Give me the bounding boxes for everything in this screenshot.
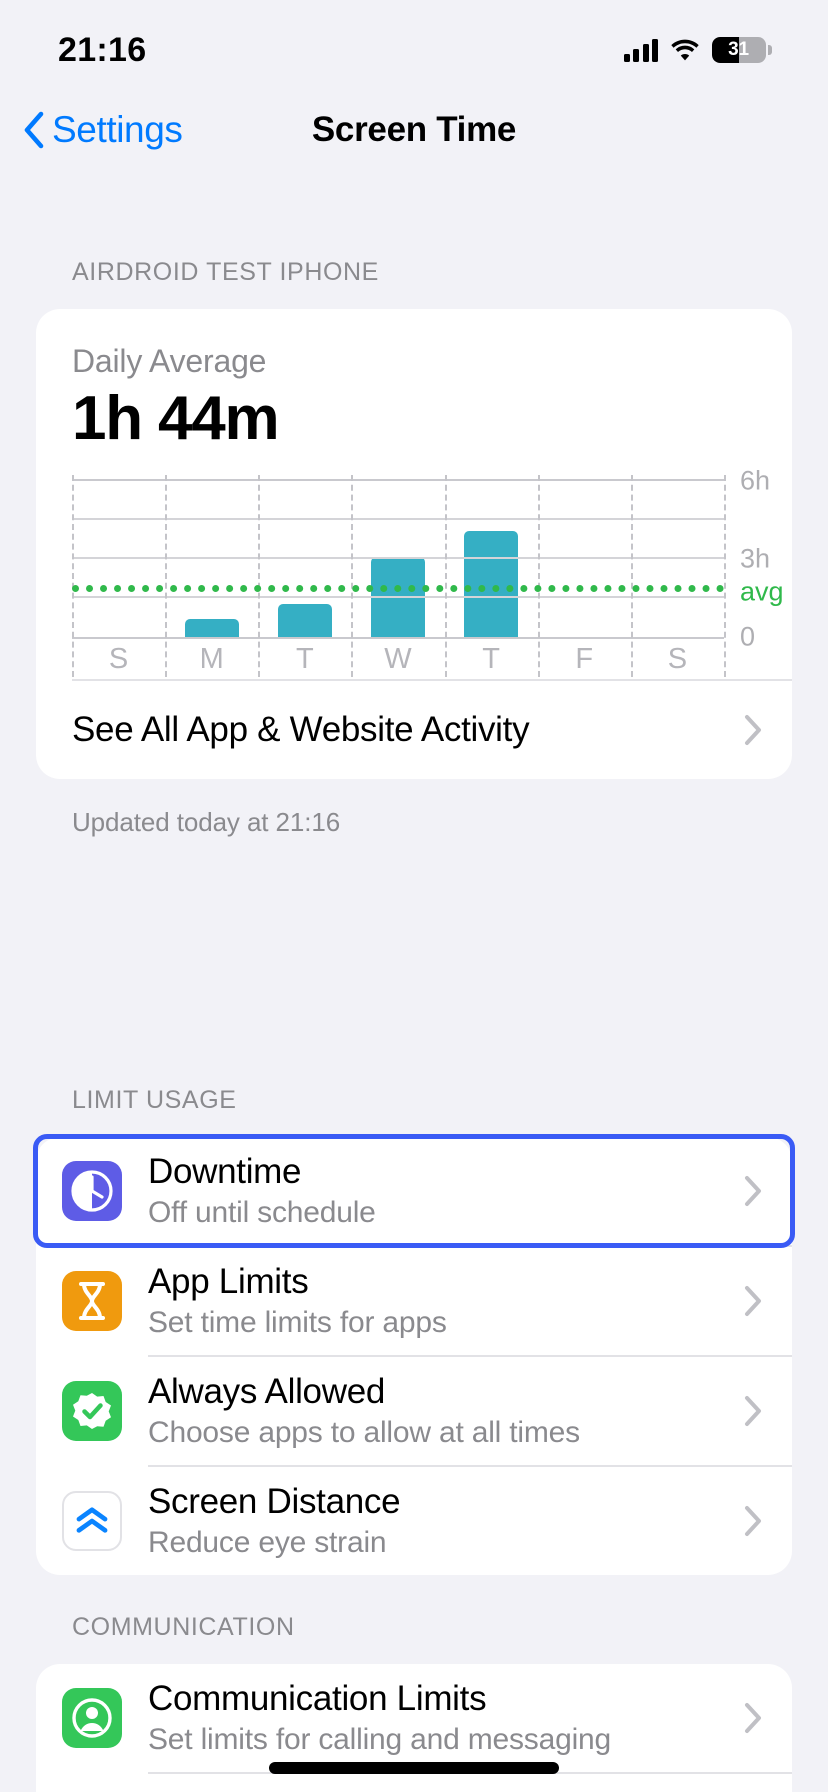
row-title: App Limits: [148, 1261, 309, 1301]
row-texts: Downtime Off until schedule: [148, 1152, 744, 1231]
settings-row[interactable]: Always Allowed Choose apps to allow at al…: [36, 1357, 792, 1465]
limit-usage-section: LIMIT USAGE Downtime Off until schedule Ap…: [0, 1086, 828, 1575]
chevron-right-icon: [745, 1396, 761, 1426]
battery-cap: [768, 45, 772, 55]
downtime-clock-icon: [62, 1161, 122, 1221]
status-time: 21:16: [58, 30, 147, 69]
row-subtitle: Reduce eye strain: [148, 1526, 387, 1560]
device-usage-section: AIRDROID TEST IPHONE Daily Average 1h 44…: [0, 258, 828, 838]
chart-bar[interactable]: [464, 530, 519, 638]
settings-row[interactable]: Communication SafetyProtect from sensiti…: [36, 1774, 792, 1792]
checkmark-badge-icon: [62, 1381, 122, 1441]
status-bar: 21:16 31: [0, 0, 828, 92]
chart-day-labels: SMTWTFS: [72, 639, 724, 679]
limit-usage-header: LIMIT USAGE: [72, 1086, 237, 1114]
daily-average-label: Daily Average: [72, 343, 267, 379]
row-texts: Always Allowed Choose apps to allow at al…: [148, 1372, 744, 1451]
row-subtitle: Set time limits for apps: [148, 1306, 447, 1340]
chart-bar-cell[interactable]: [538, 481, 631, 637]
chevron-right-icon: [745, 1286, 761, 1316]
device-section-header: AIRDROID TEST IPHONE: [72, 258, 379, 286]
battery-icon: 31: [712, 37, 772, 63]
row-texts: Communication Limits Set limits for calli…: [148, 1679, 744, 1758]
home-indicator: [269, 1762, 559, 1774]
chart-bar-cell[interactable]: [631, 481, 724, 637]
limit-usage-card: Downtime Off until schedule App Limits Set …: [33, 1134, 795, 1575]
chart-gridline: [72, 557, 724, 560]
row-texts: App Limits Set time limits for apps: [148, 1262, 744, 1341]
chart-bar-cell[interactable]: [165, 481, 258, 638]
chart-bar-cell[interactable]: [258, 481, 351, 638]
row-icon-slot: [36, 1491, 148, 1551]
settings-row[interactable]: Communication Limits Set limits for calli…: [36, 1664, 792, 1772]
chart-x-label: M: [199, 642, 224, 675]
chart-x-label: S: [667, 642, 688, 675]
chevron-right-icon: [745, 715, 761, 746]
row-icon-slot: [36, 1271, 148, 1331]
communication-header: COMMUNICATION: [72, 1613, 295, 1641]
settings-row[interactable]: App Limits Set time limits for apps: [36, 1247, 792, 1355]
weekly-usage-chart[interactable]: 6h 3h 0 avg S M T W T F S: [72, 466, 784, 679]
chart-bar[interactable]: [277, 603, 332, 638]
chart-bar[interactable]: [184, 619, 239, 638]
row-subtitle: Choose apps to allow at all times: [148, 1416, 580, 1450]
chevron-right-icon: [745, 1703, 761, 1733]
row-title: Downtime: [148, 1151, 302, 1191]
chevron-right-icon: [745, 1176, 761, 1206]
chart-bars: [72, 481, 724, 638]
row-subtitle: Off until schedule: [148, 1196, 376, 1230]
chevron-right-icon: [745, 1506, 761, 1536]
row-texts: Screen Distance Reduce eye strain: [148, 1482, 744, 1561]
chart-y-label: 0: [740, 621, 756, 652]
row-title: Communication Limits: [148, 1678, 487, 1718]
chart-x-label: S: [108, 642, 129, 675]
page-title: Screen Time: [311, 110, 517, 149]
chart-average-label: avg: [740, 576, 784, 607]
settings-row[interactable]: Downtime Off until schedule: [36, 1137, 792, 1245]
chart-grid-separator: [724, 475, 726, 678]
battery-percent: 31: [728, 39, 749, 60]
row-icon-slot: [36, 1688, 148, 1748]
chart-average-line: [72, 585, 724, 593]
navigation-bar: Settings Screen Time: [0, 92, 828, 168]
cellular-bars-icon: [623, 38, 658, 62]
chart-bar-cell[interactable]: [351, 481, 444, 638]
chart-plot: 6h 3h 0 avg: [72, 466, 784, 678]
wifi-icon: [671, 39, 699, 61]
see-all-activity-row[interactable]: See All App & Website Activity: [36, 681, 792, 779]
row-title: Screen Distance: [148, 1481, 401, 1521]
hourglass-icon: [62, 1271, 122, 1331]
chart-bar-cell[interactable]: [72, 481, 165, 637]
daily-average-value: 1h 44m: [72, 384, 280, 453]
chart-y-label: 3h: [740, 543, 771, 574]
updated-note: Updated today at 21:16: [72, 807, 341, 838]
row-icon-slot: [36, 1381, 148, 1441]
row-icon-slot: [36, 1161, 148, 1221]
settings-row[interactable]: Screen Distance Reduce eye strain: [36, 1467, 792, 1575]
chart-x-label: F: [575, 642, 594, 675]
chart-x-label: T: [295, 642, 314, 675]
chart-y-label: 6h: [740, 465, 771, 496]
person-circle-icon: [62, 1688, 122, 1748]
row-subtitle: Set limits for calling and messaging: [148, 1723, 612, 1757]
usage-card: Daily Average 1h 44m 6h 3h 0 avg S M T W T F S Se…: [36, 309, 792, 780]
chart-gridline: [72, 518, 724, 521]
chart-gridline: [72, 596, 724, 599]
chart-x-label: T: [482, 642, 500, 675]
see-all-activity-label: See All App & Website Activity: [72, 710, 530, 750]
chart-bar-cell[interactable]: [445, 481, 538, 638]
status-indicators: 31: [623, 37, 772, 63]
screen-distance-chevrons-icon: [62, 1491, 122, 1551]
row-title: Always Allowed: [148, 1371, 386, 1411]
chart-x-label: W: [384, 642, 412, 675]
